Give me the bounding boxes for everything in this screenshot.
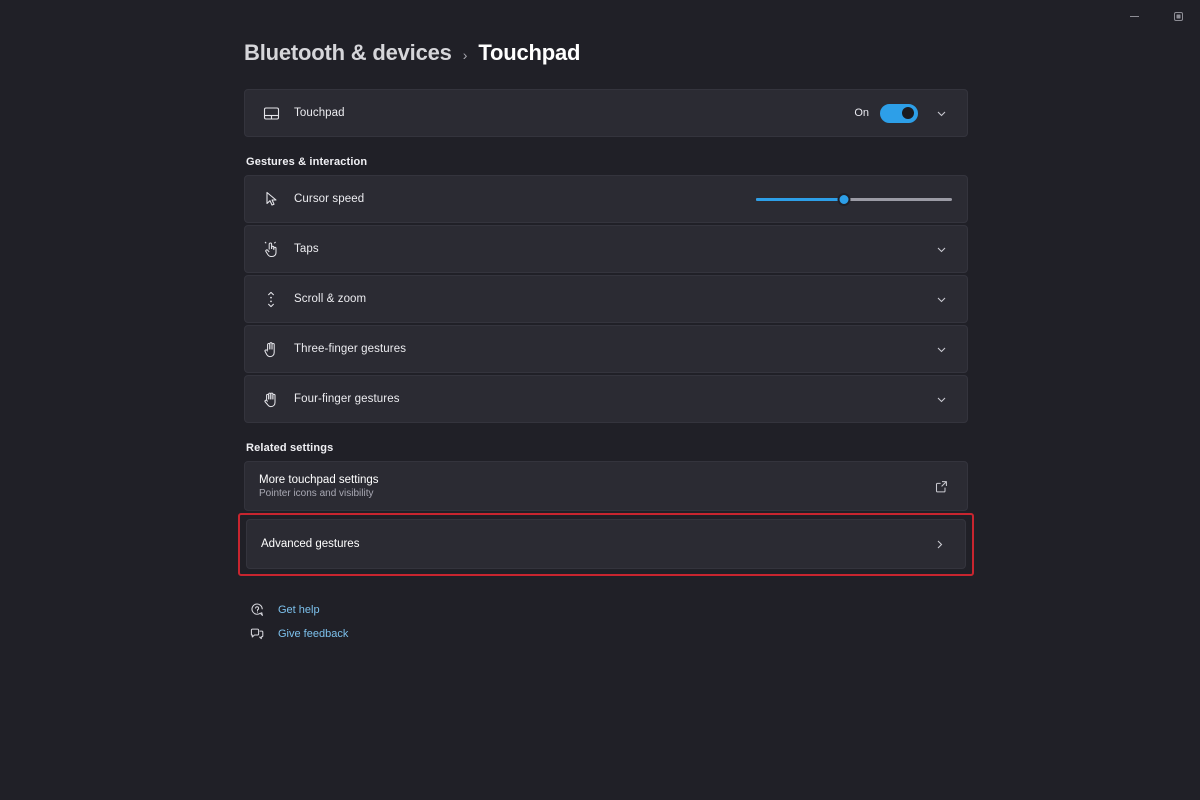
scroll-arrows-icon bbox=[257, 291, 285, 308]
four-finger-chevron-down-icon[interactable] bbox=[929, 394, 953, 405]
three-finger-hand-icon bbox=[257, 341, 285, 358]
give-feedback-label: Give feedback bbox=[278, 628, 349, 640]
get-help-link[interactable]: Get help bbox=[244, 598, 968, 622]
footer-links: Get help Give feedback bbox=[244, 598, 968, 646]
touchpad-icon bbox=[257, 105, 285, 122]
taps-row[interactable]: Taps bbox=[244, 225, 968, 273]
more-touchpad-settings-sublabel: Pointer icons and visibility bbox=[259, 487, 374, 499]
external-link-icon[interactable] bbox=[929, 480, 953, 493]
settings-page: Bluetooth & devices › Touchpad Touchpad … bbox=[0, 0, 1200, 800]
more-touchpad-settings-text: More touchpad settings Pointer icons and… bbox=[259, 474, 929, 499]
breadcrumb-separator-icon: › bbox=[462, 46, 468, 63]
three-finger-gestures-row[interactable]: Three-finger gestures bbox=[244, 325, 968, 373]
more-touchpad-settings-label: More touchpad settings bbox=[259, 473, 379, 486]
advanced-gestures-highlight: Advanced gestures bbox=[238, 513, 974, 576]
touchpad-toggle-group: On bbox=[854, 103, 953, 123]
taps-label: Taps bbox=[294, 243, 319, 255]
page-title: Touchpad bbox=[478, 40, 581, 65]
touchpad-expand-chevron-down-icon[interactable] bbox=[929, 108, 953, 119]
taps-chevron-down-icon[interactable] bbox=[929, 244, 953, 255]
scroll-zoom-chevron-down-icon[interactable] bbox=[929, 294, 953, 305]
toggle-state-label: On bbox=[854, 107, 869, 119]
scroll-zoom-label: Scroll & zoom bbox=[294, 293, 367, 305]
advanced-gestures-label: Advanced gestures bbox=[261, 538, 360, 550]
section-header-related: Related settings bbox=[246, 442, 334, 454]
four-finger-gestures-row[interactable]: Four-finger gestures bbox=[244, 375, 968, 423]
cursor-speed-slider[interactable] bbox=[756, 190, 952, 208]
touchpad-row-label: Touchpad bbox=[294, 107, 345, 119]
cursor-speed-label: Cursor speed bbox=[294, 193, 365, 205]
breadcrumb: Bluetooth & devices › Touchpad bbox=[244, 40, 968, 66]
toggle-knob bbox=[902, 107, 914, 119]
advanced-gestures-row[interactable]: Advanced gestures bbox=[246, 519, 966, 569]
advanced-gestures-text: Advanced gestures bbox=[261, 538, 927, 550]
cursor-speed-row[interactable]: Cursor speed bbox=[244, 175, 968, 223]
touchpad-toggle-switch[interactable] bbox=[880, 103, 918, 123]
slider-thumb[interactable] bbox=[837, 192, 851, 206]
scroll-zoom-row[interactable]: Scroll & zoom bbox=[244, 275, 968, 323]
help-icon bbox=[248, 603, 265, 617]
touchpad-toggle-row[interactable]: Touchpad On bbox=[244, 89, 968, 137]
three-finger-gestures-label: Three-finger gestures bbox=[294, 343, 407, 355]
tap-hand-icon bbox=[257, 241, 285, 258]
section-header-gestures: Gestures & interaction bbox=[246, 156, 368, 168]
give-feedback-link[interactable]: Give feedback bbox=[244, 622, 968, 646]
more-touchpad-settings-row[interactable]: More touchpad settings Pointer icons and… bbox=[244, 461, 968, 511]
slider-fill bbox=[756, 197, 845, 201]
breadcrumb-parent[interactable]: Bluetooth & devices bbox=[244, 40, 452, 66]
three-finger-chevron-down-icon[interactable] bbox=[929, 344, 953, 355]
get-help-label: Get help bbox=[278, 604, 320, 616]
feedback-icon bbox=[248, 627, 265, 641]
cursor-icon bbox=[257, 191, 285, 207]
four-finger-hand-icon bbox=[257, 391, 285, 408]
four-finger-gestures-label: Four-finger gestures bbox=[294, 393, 400, 405]
advanced-gestures-chevron-right-icon[interactable] bbox=[927, 539, 951, 550]
